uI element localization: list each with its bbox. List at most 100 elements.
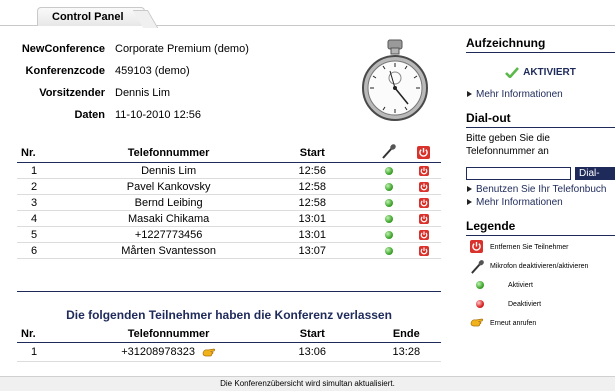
dialout-more-link[interactable]: Mehr Informationen [466, 196, 615, 209]
info-row: Daten 11-10-2010 12:56 [0, 104, 280, 126]
mute-toggle[interactable] [371, 210, 407, 227]
legend-label: Entfernen Sie Teilnehmer [490, 244, 569, 251]
footer-status: Die Konferenzübersicht wird simultan akt… [0, 376, 615, 391]
mute-toggle[interactable] [371, 226, 407, 243]
table-row: 4 Masaki Chikama 13:01 [17, 210, 441, 227]
col-remove [406, 143, 441, 163]
green-dot-icon [384, 214, 393, 223]
redial-hand-icon [470, 318, 484, 327]
row-start: 13:07 [252, 242, 372, 259]
stopwatch-icon [362, 39, 428, 121]
green-dot-icon [384, 230, 393, 239]
table-row: 2 Pavel Kankovsky 12:58 [17, 178, 441, 195]
info-label: Daten [74, 109, 105, 121]
recording-title: Aufzeichnung [466, 34, 615, 53]
row-phone: Masaki Chikama [84, 210, 253, 227]
table-row: 5 +1227773456 13:01 [17, 226, 441, 243]
power-icon [418, 213, 429, 224]
table-row: 3 Bernd Leibing 12:58 [17, 194, 441, 211]
info-value: Corporate Premium (demo) [115, 43, 249, 55]
row-start: 13:01 [252, 210, 372, 227]
row-phone: Bernd Leibing [84, 194, 253, 211]
tab-bar: Control Panel [0, 0, 615, 28]
row-phone: +1227773456 [84, 226, 253, 243]
info-value: Dennis Lim [115, 87, 171, 99]
col-end: Ende [371, 326, 441, 343]
left-participants-title: Die folgenden Teilnehmer haben die Konfe… [66, 308, 392, 322]
row-start: 12:56 [252, 162, 372, 179]
row-start: 12:58 [252, 178, 372, 195]
col-phone: Telefonnummer [84, 143, 253, 163]
tab-control-panel[interactable]: Control Panel [37, 7, 145, 26]
conference-info: NewConference Corporate Premium (demo) K… [0, 38, 280, 126]
legend-item: Erneut anrufen [466, 314, 615, 333]
legend-label: Mikrofon deaktivieren/aktivieren [490, 263, 589, 270]
recording-status-label: AKTIVIERT [523, 67, 576, 78]
row-end: 13:28 [371, 342, 441, 362]
mute-toggle[interactable] [371, 242, 407, 259]
recording-more-link[interactable]: Mehr Informationen [466, 88, 615, 101]
row-nr: 1 [17, 342, 85, 362]
row-start: 13:06 [252, 342, 372, 362]
info-label: Vorsitzender [39, 87, 105, 99]
row-nr: 2 [17, 178, 85, 195]
sidebar: Aufzeichnung AKTIVIERT Mehr Informatione… [466, 34, 615, 333]
remove-button[interactable] [406, 194, 441, 211]
participants-table: Nr. Telefonnummer Start 1 Dennis Lim 12:… [17, 143, 441, 259]
green-dot-icon [384, 166, 393, 175]
redial-hand-icon[interactable] [202, 346, 216, 358]
info-value: 11-10-2010 12:56 [115, 109, 202, 121]
table-row: 6 Mårten Svantesson 13:07 [17, 242, 441, 259]
info-label: Konferenzcode [25, 65, 105, 77]
left-participants-table: Nr. Telefonnummer Start Ende 1 +31208978… [17, 326, 441, 362]
col-nr: Nr. [17, 143, 85, 163]
dialout-phone-input[interactable] [466, 167, 571, 180]
power-icon [418, 197, 429, 208]
legend-item: Entfernen Sie Teilnehmer [466, 238, 615, 257]
info-row: Vorsitzender Dennis Lim [0, 82, 280, 104]
remove-button[interactable] [406, 226, 441, 243]
info-label: NewConference [21, 43, 105, 55]
info-value: 459103 (demo) [115, 65, 190, 77]
col-mute [371, 143, 407, 163]
remove-button[interactable] [406, 242, 441, 259]
phonebook-link[interactable]: Benutzen Sie Ihr Telefonbuch [466, 183, 615, 196]
remove-button[interactable] [406, 162, 441, 179]
microphone-icon [382, 144, 396, 159]
row-phone: Dennis Lim [84, 162, 253, 179]
dialout-title: Dial-out [466, 109, 615, 128]
dialout-button[interactable]: Dial-out [575, 167, 615, 192]
legend-label: Erneut anrufen [490, 320, 537, 327]
legend-label: Deaktiviert [508, 301, 542, 308]
legend-title: Legende [466, 217, 615, 236]
info-row: Konferenzcode 459103 (demo) [0, 60, 280, 82]
col-start: Start [252, 143, 372, 163]
remove-button[interactable] [406, 210, 441, 227]
row-nr: 1 [17, 162, 85, 179]
row-phone: Pavel Kankovsky [84, 178, 253, 195]
power-icon [418, 181, 429, 192]
table-row: 1 Dennis Lim 12:56 [17, 162, 441, 179]
row-phone: +31208978323 [121, 345, 195, 358]
col-phone: Telefonnummer [84, 326, 253, 343]
red-dot-icon [476, 300, 484, 308]
remove-button[interactable] [406, 178, 441, 195]
info-row: NewConference Corporate Premium (demo) [0, 38, 280, 60]
green-dot-icon [384, 198, 393, 207]
mute-toggle[interactable] [371, 178, 407, 195]
power-icon [417, 146, 431, 159]
col-nr: Nr. [17, 326, 85, 343]
row-nr: 4 [17, 210, 85, 227]
checkmark-icon [505, 66, 520, 79]
green-dot-icon [476, 281, 484, 289]
table-row: 1 +31208978323 13:06 13:28 [17, 342, 441, 362]
legend-item: Aktiviert [466, 276, 615, 295]
section-divider [17, 291, 441, 292]
row-start: 13:01 [252, 226, 372, 243]
mute-toggle[interactable] [371, 162, 407, 179]
power-icon [470, 240, 483, 253]
mute-toggle[interactable] [371, 194, 407, 211]
row-nr: 5 [17, 226, 85, 243]
row-start: 12:58 [252, 194, 372, 211]
legend-item: Mikrofon deaktivieren/aktivieren [466, 257, 615, 276]
